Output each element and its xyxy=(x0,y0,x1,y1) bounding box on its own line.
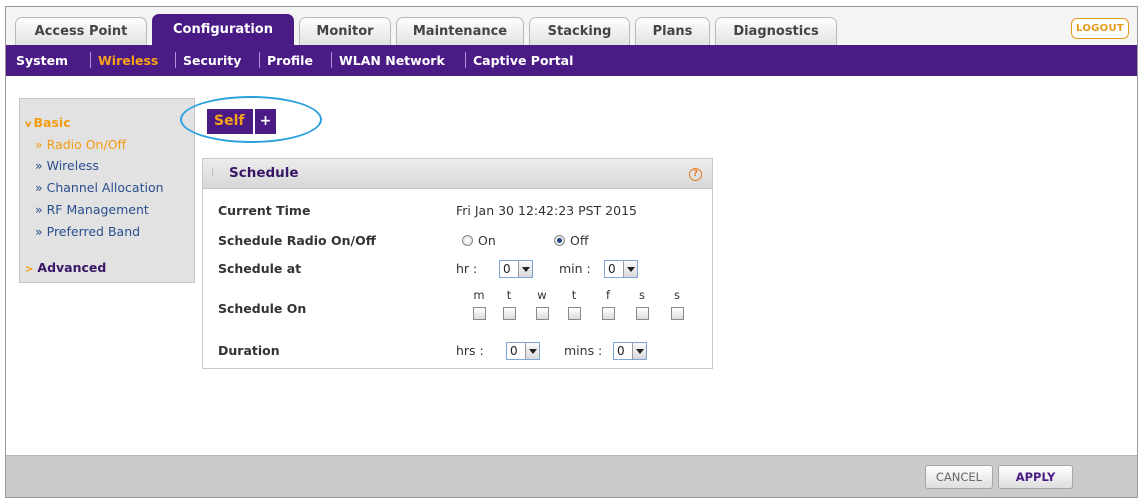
sidebar-advanced-label: Advanced xyxy=(37,260,107,275)
checkbox-thu[interactable] xyxy=(568,307,581,320)
checkbox-sun[interactable] xyxy=(671,307,684,320)
min-label: min : xyxy=(559,261,591,276)
minute-select[interactable]: 0 xyxy=(604,260,638,278)
chevron-down-icon xyxy=(525,343,539,359)
checkbox-fri[interactable] xyxy=(602,307,615,320)
day-label-tue: t xyxy=(506,288,512,302)
day-label-sat: s xyxy=(639,288,645,302)
tab-maintenance[interactable]: Maintenance xyxy=(396,17,524,45)
checkbox-tue[interactable] xyxy=(503,307,516,320)
day-label-wed: w xyxy=(537,288,547,302)
main-tab-bar: Access Point Configuration Monitor Maint… xyxy=(6,7,1137,45)
current-time-value: Fri Jan 30 12:42:23 PST 2015 xyxy=(456,203,637,218)
schedule-panel-header: ⁞ Schedule ? xyxy=(203,159,712,189)
tab-stacking[interactable]: Stacking xyxy=(529,17,630,45)
schedule-on-label: Schedule On xyxy=(218,301,307,316)
panel-title: Schedule xyxy=(229,165,299,181)
duration-hours-select[interactable]: 0 xyxy=(506,342,540,360)
subnav-wireless[interactable]: Wireless xyxy=(98,45,158,76)
tab-configuration[interactable]: Configuration xyxy=(152,14,294,45)
checkbox-mon[interactable] xyxy=(473,307,486,320)
schedule-at-label: Schedule at xyxy=(218,261,302,276)
help-icon[interactable]: ? xyxy=(689,168,702,181)
radio-on[interactable] xyxy=(462,235,473,246)
subnav-divider xyxy=(90,52,91,68)
cancel-button[interactable]: CANCEL xyxy=(925,465,993,489)
subnav-divider xyxy=(465,52,466,68)
sidebar-item-channel-allocation[interactable]: » Channel Allocation xyxy=(35,180,164,195)
sidebar-item-wireless[interactable]: » Wireless xyxy=(35,158,99,173)
radio-on-label: On xyxy=(478,233,496,248)
chevron-down-icon xyxy=(623,261,637,277)
day-label-sun: s xyxy=(674,288,680,302)
duration-minutes-value: 0 xyxy=(617,344,625,358)
logout-button[interactable]: LOGOUT xyxy=(1071,18,1129,39)
subnav-security[interactable]: Security xyxy=(183,45,241,76)
callout-highlight-circle xyxy=(180,96,322,143)
sidebar-item-rf-management[interactable]: » RF Management xyxy=(35,202,149,217)
chevron-right-icon: > xyxy=(25,264,34,275)
duration-minutes-select[interactable]: 0 xyxy=(613,342,647,360)
drag-handle-icon: ⁞ xyxy=(211,167,215,178)
app-frame: Access Point Configuration Monitor Maint… xyxy=(5,6,1138,498)
hour-select[interactable]: 0 xyxy=(499,260,533,278)
subnav-wlan-network[interactable]: WLAN Network xyxy=(339,45,445,76)
subnav-divider xyxy=(259,52,260,68)
subnav-divider xyxy=(331,52,332,68)
tab-access-point[interactable]: Access Point xyxy=(15,17,147,45)
minute-select-value: 0 xyxy=(608,262,616,276)
tab-monitor[interactable]: Monitor xyxy=(299,17,391,45)
chevron-down-icon: v xyxy=(25,119,32,130)
schedule-radio-label: Schedule Radio On/Off xyxy=(218,233,376,248)
tab-plans[interactable]: Plans xyxy=(635,17,710,45)
sidebar-basic-label: Basic xyxy=(33,115,71,130)
sidebar-item-radio-on-off[interactable]: » Radio On/Off xyxy=(35,137,126,152)
apply-button[interactable]: APPLY xyxy=(998,465,1073,489)
radio-off[interactable] xyxy=(554,235,565,246)
subnav-divider xyxy=(175,52,176,68)
hrs-label: hrs : xyxy=(456,343,484,358)
sidebar-advanced-header[interactable]: > Advanced xyxy=(25,260,106,275)
checkbox-wed[interactable] xyxy=(536,307,549,320)
mins-label: mins : xyxy=(564,343,603,358)
hr-label: hr : xyxy=(456,261,478,276)
duration-label: Duration xyxy=(218,343,280,358)
radio-off-label: Off xyxy=(570,233,589,248)
hour-select-value: 0 xyxy=(503,262,511,276)
duration-hours-value: 0 xyxy=(510,344,518,358)
left-sidebar: v Basic » Radio On/Off » Wireless » Chann… xyxy=(19,98,195,283)
subnav-captive-portal[interactable]: Captive Portal xyxy=(473,45,573,76)
day-label-mon: m xyxy=(473,288,485,302)
sidebar-basic-header[interactable]: v Basic xyxy=(25,115,71,130)
day-label-thu: t xyxy=(571,288,577,302)
chevron-down-icon xyxy=(632,343,646,359)
sub-nav-bar: System Wireless Security Profile WLAN Ne… xyxy=(6,45,1137,76)
checkbox-sat[interactable] xyxy=(636,307,649,320)
tab-diagnostics[interactable]: Diagnostics xyxy=(715,17,837,45)
subnav-profile[interactable]: Profile xyxy=(267,45,313,76)
chevron-down-icon xyxy=(518,261,532,277)
day-label-fri: f xyxy=(605,288,611,302)
subnav-system[interactable]: System xyxy=(16,45,68,76)
sidebar-item-preferred-band[interactable]: » Preferred Band xyxy=(35,224,140,239)
current-time-label: Current Time xyxy=(218,203,311,218)
